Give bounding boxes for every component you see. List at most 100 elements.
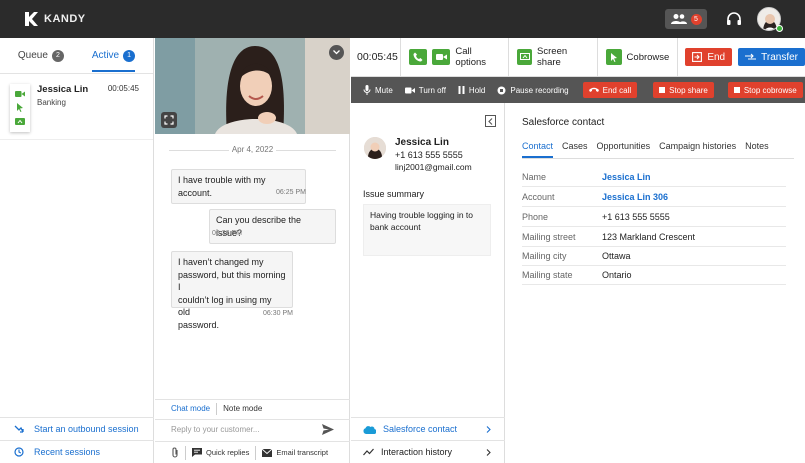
stop-share-button[interactable]: Stop share [653, 82, 714, 98]
collapse-panel-button[interactable] [485, 115, 496, 127]
video-feed[interactable] [155, 38, 350, 134]
chat-panel: Apr 4, 2022 I have trouble with my accou… [155, 38, 350, 463]
quick-replies-button[interactable]: Quick replies [185, 445, 255, 460]
email-icon [262, 448, 273, 457]
microphone-icon [363, 85, 371, 95]
participants-button[interactable]: 5 [665, 9, 707, 29]
record-icon [497, 86, 506, 94]
mute-button[interactable]: Mute [363, 85, 393, 95]
salesforce-panel: Salesforce contact Contact Cases Opportu… [506, 103, 805, 463]
interaction-history-label: Interaction history [381, 447, 453, 457]
screen-share-icon [15, 118, 25, 126]
quick-replies-label: Quick replies [206, 448, 250, 457]
chat-message-time: 06:25 PM [276, 189, 306, 196]
tab-active[interactable]: Active 1 [91, 38, 136, 74]
chat-message-customer: I haven’t changed my password, but this … [171, 251, 293, 330]
turn-off-video-button[interactable]: Turn off [404, 86, 446, 95]
session-tabs: Queue 2 Active 1 [0, 38, 153, 74]
contact-name-link[interactable]: Jessica Lin [602, 172, 651, 182]
issue-summary-title: Issue summary [363, 189, 425, 199]
chat-reply-input[interactable]: Reply to your customer... [155, 419, 350, 439]
video-call-button[interactable] [432, 49, 451, 65]
chat-mode-tab[interactable]: Chat mode [155, 404, 216, 413]
headset-icon[interactable] [725, 10, 743, 28]
session-customer-name: Jessica Lin [37, 84, 89, 95]
field-row-phone: Phone +1 613 555 5555 [522, 207, 786, 227]
cobrowse-group[interactable]: Cobrowse [598, 37, 679, 77]
transfer-icon [745, 53, 757, 60]
email-transcript-button[interactable]: Email transcript [255, 445, 334, 460]
session-subject: Banking [37, 98, 66, 107]
top-bar: KANDY 5 [0, 0, 805, 38]
stop-cobrowse-button[interactable]: Stop cobrowse [727, 82, 803, 98]
end-session-button[interactable]: End [685, 48, 733, 66]
salesforce-contact-link[interactable]: Salesforce contact [351, 417, 505, 440]
field-value: Ontario [602, 269, 632, 280]
field-label: Phone [522, 211, 549, 222]
field-value: Ottawa [602, 250, 631, 261]
cursor-icon [610, 52, 617, 62]
customer-info-panel: Jessica Lin +1 613 555 5555 linj2001@gma… [351, 103, 505, 463]
fullscreen-video-button[interactable] [161, 112, 177, 128]
send-icon[interactable] [322, 424, 334, 435]
hang-up-icon [588, 87, 599, 92]
fullscreen-icon [164, 115, 174, 125]
chevron-left-icon [488, 117, 493, 125]
account-link[interactable]: Jessica Lin 306 [602, 192, 668, 202]
field-row-name: Name Jessica Lin [522, 167, 786, 187]
field-label: Mailing street [522, 231, 576, 242]
attach-button[interactable] [155, 446, 185, 460]
tab-contact[interactable]: Contact [522, 141, 554, 158]
chat-message-line: I haven’t changed my [178, 257, 264, 267]
tab-campaign-histories[interactable]: Campaign histories [659, 141, 736, 157]
pause-recording-label: Pause recording [510, 85, 569, 95]
end-call-button[interactable]: End call [582, 82, 638, 98]
tab-opportunities[interactable]: Opportunities [597, 141, 651, 157]
kandy-logo-icon [25, 12, 38, 26]
queue-count-badge: 2 [51, 49, 64, 62]
pause-recording-button[interactable]: Pause recording [497, 85, 569, 95]
stop-icon [659, 87, 666, 93]
call-timer: 00:05:45 [351, 37, 402, 77]
screen-share-group[interactable]: Screen share [509, 37, 598, 77]
tab-notes[interactable]: Notes [745, 141, 769, 157]
voice-call-button[interactable] [409, 49, 428, 65]
notification-badge: 5 [690, 13, 702, 25]
note-mode-tab[interactable]: Note mode [217, 404, 262, 413]
salesforce-contact-label: Salesforce contact [383, 424, 458, 434]
screen-share-button[interactable] [517, 49, 533, 65]
start-outbound-session-label: Start an outbound session [34, 424, 139, 434]
paperclip-icon [172, 447, 178, 458]
transfer-button[interactable]: Transfer [738, 48, 805, 66]
online-status-dot [776, 25, 783, 32]
video-icon [15, 90, 25, 97]
hold-button[interactable]: Hold [458, 86, 485, 95]
end-label: End [707, 51, 726, 63]
tab-cases[interactable]: Cases [562, 141, 588, 157]
chevron-down-icon [333, 50, 340, 55]
sessions-panel: Queue 2 Active 1 Jessica Lin 00:05:45 Ba… [0, 38, 154, 463]
chevron-right-icon [486, 425, 491, 433]
kandy-logo[interactable]: KANDY [22, 10, 86, 28]
brand-name: KANDY [44, 13, 86, 25]
collapse-video-button[interactable] [329, 45, 344, 60]
tab-queue[interactable]: Queue 2 [18, 38, 64, 74]
call-options-label[interactable]: Call options [455, 46, 500, 68]
call-options-group: Call options [401, 37, 510, 77]
salesforce-cloud-icon [363, 425, 376, 434]
cobrowse-button[interactable] [605, 49, 622, 65]
field-label: Mailing state [522, 269, 573, 280]
start-outbound-session-link[interactable]: Start an outbound session [0, 417, 154, 440]
screen-share-icon [519, 53, 530, 60]
interaction-history-link[interactable]: Interaction history [351, 440, 505, 463]
chat-toolbar: Quick replies Email transcript [155, 441, 350, 463]
pause-icon [458, 86, 465, 94]
recent-sessions-link[interactable]: Recent sessions [0, 440, 154, 463]
people-icon [670, 14, 687, 24]
mute-label: Mute [375, 85, 393, 95]
email-transcript-label: Email transcript [276, 448, 329, 457]
recent-sessions-label: Recent sessions [34, 447, 101, 457]
message-icon [192, 448, 202, 457]
session-card[interactable]: Jessica Lin 00:05:45 Banking [0, 74, 153, 140]
customer-avatar [364, 137, 386, 159]
